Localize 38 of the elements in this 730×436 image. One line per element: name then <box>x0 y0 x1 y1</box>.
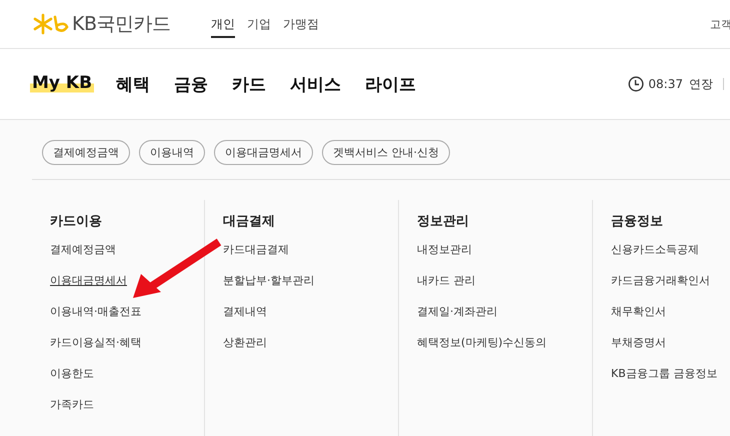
quick-link-chip[interactable]: 겟백서비스 안내·신청 <box>322 140 450 165</box>
nav-tab[interactable]: 혜택 <box>114 72 152 96</box>
quick-link-chip[interactable]: 결제예정금액 <box>42 140 130 165</box>
menu-heading: 카드이용 <box>50 213 102 230</box>
menu-link[interactable]: 이용대금명세서 <box>50 274 127 288</box>
menu-link[interactable]: 가족카드 <box>50 398 94 412</box>
menu-link[interactable]: 신용카드소득공제 <box>611 243 699 257</box>
menu-heading: 대금결제 <box>223 213 275 230</box>
segment-tab[interactable]: 기업 <box>247 10 271 38</box>
menu-link[interactable]: 내정보관리 <box>417 243 472 257</box>
menu-link[interactable]: 이용한도 <box>50 367 94 381</box>
extend-link[interactable]: 연장 <box>689 76 713 92</box>
brand-name[interactable]: KB국민카드 <box>72 11 170 37</box>
menu-link[interactable]: 부채증명서 <box>611 336 666 350</box>
session-timer: 08:37 <box>648 77 683 91</box>
menu-link[interactable]: 혜택정보(마케팅)수신동의 <box>417 336 547 350</box>
menu-heading: 정보관리 <box>417 213 469 230</box>
menu-link[interactable]: 분할납부·할부관리 <box>223 274 314 288</box>
menu-link[interactable]: KB금융그룹 금융정보 <box>611 367 718 381</box>
menu-link[interactable]: 상환관리 <box>223 336 267 350</box>
menu-link[interactable]: 카드대금결제 <box>223 243 289 257</box>
menu-link[interactable]: 내카드 관리 <box>417 274 476 288</box>
segment-tab[interactable]: 개인 <box>211 10 235 38</box>
menu-link[interactable]: 결제예정금액 <box>50 243 116 257</box>
menu-link[interactable]: 이용내역·매출전표 <box>50 305 142 319</box>
menu-link[interactable]: 결제일·계좌관리 <box>417 305 498 319</box>
nav-tab[interactable]: 카드 <box>230 72 268 96</box>
nav-tab[interactable]: 금융 <box>172 72 210 96</box>
segment-tab[interactable]: 가맹점 <box>283 10 319 38</box>
nav-tab[interactable]: 서비스 <box>288 72 344 96</box>
menu-link[interactable]: 채무확인서 <box>611 305 666 319</box>
quick-link-chip[interactable]: 이용대금명세서 <box>214 140 313 165</box>
quick-link-chip[interactable]: 이용내역 <box>139 140 205 165</box>
menu-link[interactable]: 결제내역 <box>223 305 267 319</box>
menu-link[interactable]: 카드이용실적·혜택 <box>50 336 142 350</box>
nav-tab[interactable]: 라이프 <box>363 72 418 96</box>
menu-heading: 금융정보 <box>611 213 663 230</box>
menu-link[interactable]: 카드금융거래확인서 <box>611 274 710 288</box>
